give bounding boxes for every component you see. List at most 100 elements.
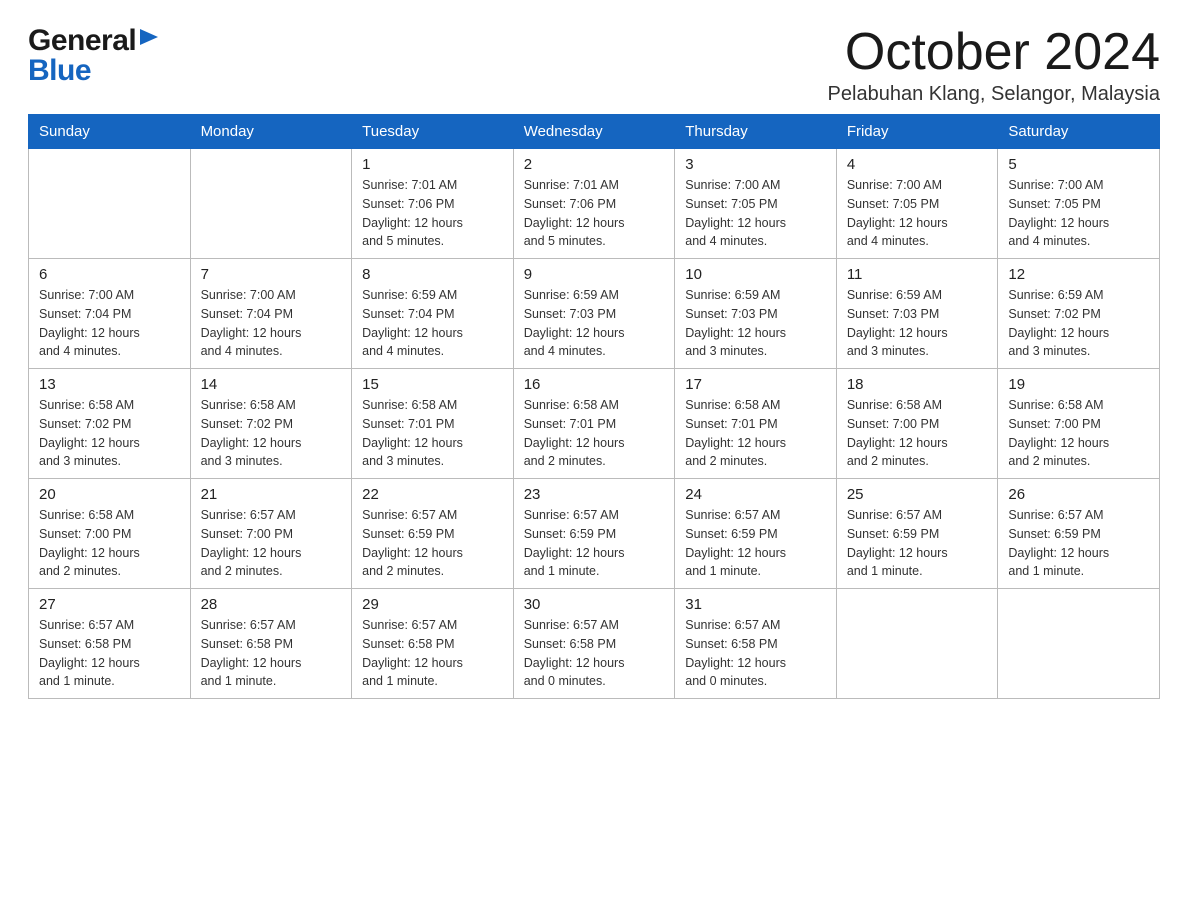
table-row [836, 589, 998, 699]
day-number: 13 [39, 376, 180, 393]
day-number: 8 [362, 266, 503, 283]
logo-flag-icon [138, 27, 160, 58]
day-info: Sunrise: 6:58 AMSunset: 7:02 PMDaylight:… [201, 396, 342, 471]
table-row: 4Sunrise: 7:00 AMSunset: 7:05 PMDaylight… [836, 149, 998, 259]
day-number: 27 [39, 596, 180, 613]
day-number: 29 [362, 596, 503, 613]
table-row: 5Sunrise: 7:00 AMSunset: 7:05 PMDaylight… [998, 149, 1160, 259]
day-info: Sunrise: 6:58 AMSunset: 7:00 PMDaylight:… [1008, 396, 1149, 471]
table-row: 29 Sunrise: 6:57 AMSunset: 6:58 PMDayligh… [352, 589, 514, 699]
day-info: Sunrise: 7:00 AMSunset: 7:05 PMDaylight:… [685, 176, 826, 251]
day-number: 28 [201, 596, 342, 613]
table-row: 7Sunrise: 7:00 AMSunset: 7:04 PMDaylight… [190, 259, 352, 369]
col-header-monday: Monday [190, 115, 352, 149]
table-row: 31Sunrise: 6:57 AMSunset: 6:58 PMDayligh… [675, 589, 837, 699]
table-row: 10Sunrise: 6:59 AMSunset: 7:03 PMDayligh… [675, 259, 837, 369]
logo: General Blue [28, 24, 160, 88]
table-row: 8 Sunrise: 6:59 AMSunset: 7:04 PMDaylight… [352, 259, 514, 369]
col-header-thursday: Thursday [675, 115, 837, 149]
day-number: 18 [847, 376, 988, 393]
table-row [190, 149, 352, 259]
logo-general-text: General [28, 24, 136, 58]
day-info: Sunrise: 6:57 AMSunset: 6:59 PMDaylight:… [362, 506, 503, 581]
day-number: 30 [524, 596, 665, 613]
table-row: 25Sunrise: 6:57 AMSunset: 6:59 PMDayligh… [836, 479, 998, 589]
day-info: Sunrise: 6:57 AMSunset: 6:58 PMDaylight:… [201, 616, 342, 691]
day-info: Sunrise: 7:00 AMSunset: 7:04 PMDaylight:… [201, 286, 342, 361]
day-info: Sunrise: 6:59 AMSunset: 7:03 PMDaylight:… [524, 286, 665, 361]
day-number: 5 [1008, 156, 1149, 173]
day-info: Sunrise: 6:57 AMSunset: 6:58 PMDaylight:… [685, 616, 826, 691]
table-row: 15 Sunrise: 6:58 AMSunset: 7:01 PMDayligh… [352, 369, 514, 479]
day-number: 6 [39, 266, 180, 283]
logo-blue-text: Blue [28, 54, 91, 88]
day-info: Sunrise: 6:59 AMSunset: 7:02 PMDaylight:… [1008, 286, 1149, 361]
day-info: Sunrise: 7:01 AMSunset: 7:06 PMDaylight:… [362, 176, 503, 251]
table-row: 9 Sunrise: 6:59 AMSunset: 7:03 PMDaylight… [513, 259, 675, 369]
day-info: Sunrise: 6:57 AMSunset: 6:59 PMDaylight:… [847, 506, 988, 581]
day-number: 10 [685, 266, 826, 283]
col-header-wednesday: Wednesday [513, 115, 675, 149]
table-row: 13Sunrise: 6:58 AMSunset: 7:02 PMDayligh… [29, 369, 191, 479]
table-row: 27 Sunrise: 6:57 AMSunset: 6:58 PMDayligh… [29, 589, 191, 699]
day-number: 20 [39, 486, 180, 503]
table-row: 2 Sunrise: 7:01 AMSunset: 7:06 PMDaylight… [513, 149, 675, 259]
day-number: 26 [1008, 486, 1149, 503]
calendar-week-row: 20 Sunrise: 6:58 AMSunset: 7:00 PMDayligh… [29, 479, 1160, 589]
table-row: 12Sunrise: 6:59 AMSunset: 7:02 PMDayligh… [998, 259, 1160, 369]
day-info: Sunrise: 6:57 AMSunset: 6:59 PMDaylight:… [685, 506, 826, 581]
calendar-week-row: 13 Sunrise: 6:58 AMSunset: 7:02 PMDayligh… [29, 369, 1160, 479]
col-header-saturday: Saturday [998, 115, 1160, 149]
col-header-sunday: Sunday [29, 115, 191, 149]
table-row: 6 Sunrise: 7:00 AMSunset: 7:04 PMDaylight… [29, 259, 191, 369]
title-block: October 2024 Pelabuhan Klang, Selangor, … [828, 24, 1160, 106]
calendar-week-row: 27 Sunrise: 6:57 AMSunset: 6:58 PMDayligh… [29, 589, 1160, 699]
table-row: 18 Sunrise: 6:58 AMSunset: 7:00 PMDayligh… [836, 369, 998, 479]
day-number: 16 [524, 376, 665, 393]
table-row: 20 Sunrise: 6:58 AMSunset: 7:00 PMDayligh… [29, 479, 191, 589]
day-number: 19 [1008, 376, 1149, 393]
calendar-header-row: SundayMondayTuesdayWednesdayThursdayFrid… [29, 115, 1160, 149]
day-info: Sunrise: 6:57 AMSunset: 6:59 PMDaylight:… [1008, 506, 1149, 581]
calendar-table: SundayMondayTuesdayWednesdayThursdayFrid… [28, 114, 1160, 699]
col-header-tuesday: Tuesday [352, 115, 514, 149]
day-info: Sunrise: 6:57 AMSunset: 6:58 PMDaylight:… [524, 616, 665, 691]
day-number: 11 [847, 266, 988, 283]
day-info: Sunrise: 6:57 AMSunset: 6:59 PMDaylight:… [524, 506, 665, 581]
table-row: 21Sunrise: 6:57 AMSunset: 7:00 PMDayligh… [190, 479, 352, 589]
day-info: Sunrise: 6:58 AMSunset: 7:01 PMDaylight:… [685, 396, 826, 471]
day-info: Sunrise: 6:58 AMSunset: 7:00 PMDaylight:… [847, 396, 988, 471]
table-row: 23 Sunrise: 6:57 AMSunset: 6:59 PMDayligh… [513, 479, 675, 589]
table-row: 28 Sunrise: 6:57 AMSunset: 6:58 PMDayligh… [190, 589, 352, 699]
day-info: Sunrise: 6:57 AMSunset: 6:58 PMDaylight:… [362, 616, 503, 691]
day-number: 9 [524, 266, 665, 283]
table-row: 19 Sunrise: 6:58 AMSunset: 7:00 PMDayligh… [998, 369, 1160, 479]
table-row: 26 Sunrise: 6:57 AMSunset: 6:59 PMDayligh… [998, 479, 1160, 589]
table-row: 3Sunrise: 7:00 AMSunset: 7:05 PMDaylight… [675, 149, 837, 259]
table-row: 30 Sunrise: 6:57 AMSunset: 6:58 PMDayligh… [513, 589, 675, 699]
day-number: 1 [362, 156, 503, 173]
day-number: 21 [201, 486, 342, 503]
day-info: Sunrise: 7:01 AMSunset: 7:06 PMDaylight:… [524, 176, 665, 251]
day-number: 15 [362, 376, 503, 393]
day-info: Sunrise: 6:58 AMSunset: 7:00 PMDaylight:… [39, 506, 180, 581]
table-row [998, 589, 1160, 699]
table-row: 16Sunrise: 6:58 AMSunset: 7:01 PMDayligh… [513, 369, 675, 479]
day-info: Sunrise: 6:59 AMSunset: 7:04 PMDaylight:… [362, 286, 503, 361]
table-row: 24Sunrise: 6:57 AMSunset: 6:59 PMDayligh… [675, 479, 837, 589]
table-row [29, 149, 191, 259]
day-info: Sunrise: 7:00 AMSunset: 7:04 PMDaylight:… [39, 286, 180, 361]
day-info: Sunrise: 6:58 AMSunset: 7:01 PMDaylight:… [362, 396, 503, 471]
day-info: Sunrise: 7:00 AMSunset: 7:05 PMDaylight:… [847, 176, 988, 251]
day-number: 23 [524, 486, 665, 503]
col-header-friday: Friday [836, 115, 998, 149]
day-number: 2 [524, 156, 665, 173]
day-number: 22 [362, 486, 503, 503]
calendar-week-row: 1 Sunrise: 7:01 AMSunset: 7:06 PMDaylight… [29, 149, 1160, 259]
page-header: General Blue October 2024 Pelabuhan Klan… [28, 24, 1160, 106]
table-row: 22 Sunrise: 6:57 AMSunset: 6:59 PMDayligh… [352, 479, 514, 589]
day-info: Sunrise: 6:57 AMSunset: 6:58 PMDaylight:… [39, 616, 180, 691]
calendar-week-row: 6 Sunrise: 7:00 AMSunset: 7:04 PMDaylight… [29, 259, 1160, 369]
table-row: 1 Sunrise: 7:01 AMSunset: 7:06 PMDaylight… [352, 149, 514, 259]
table-row: 11Sunrise: 6:59 AMSunset: 7:03 PMDayligh… [836, 259, 998, 369]
